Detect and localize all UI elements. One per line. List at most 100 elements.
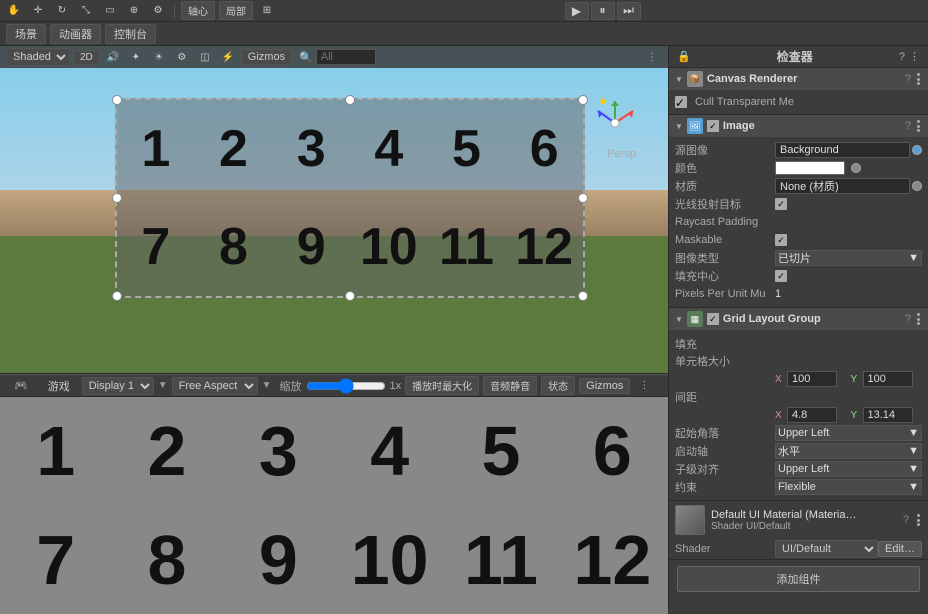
- image-header[interactable]: 🖼 ✓ Image ?: [669, 115, 928, 137]
- scene-light-icon[interactable]: ☀: [149, 48, 169, 66]
- handle-tm[interactable]: [345, 95, 355, 105]
- 2d-btn[interactable]: 2D: [73, 50, 100, 65]
- image-enabled[interactable]: ✓: [707, 120, 719, 132]
- scene-icon2[interactable]: ⚙: [172, 48, 192, 66]
- handle-bm[interactable]: [345, 291, 355, 301]
- maskable-label: Maskable: [675, 234, 775, 246]
- axis-btn[interactable]: 轴心: [181, 1, 215, 20]
- tab-scene[interactable]: 场景: [6, 24, 46, 44]
- move-tool[interactable]: ✛: [28, 2, 48, 20]
- extra-tool[interactable]: ⚙: [148, 2, 168, 20]
- canvas-renderer-menu[interactable]: [915, 71, 922, 87]
- material-help[interactable]: ?: [903, 514, 909, 526]
- local-btn[interactable]: 局部: [219, 1, 253, 20]
- maskable-check[interactable]: ✓: [775, 234, 787, 246]
- image-help[interactable]: ?: [905, 120, 911, 132]
- play-button[interactable]: ▶: [565, 2, 589, 20]
- color-picker-btn[interactable]: [851, 163, 861, 173]
- fill-center-check[interactable]: ✓: [775, 270, 787, 282]
- grid-layout-section: ▦ ✓ Grid Layout Group ? 填充 单元格大小: [669, 308, 928, 501]
- hand-tool[interactable]: ✋: [4, 2, 24, 20]
- cull-check[interactable]: ✓: [675, 96, 687, 108]
- handle-bl[interactable]: [112, 291, 122, 301]
- inspector-help[interactable]: ?: [899, 51, 905, 63]
- grid-layout-header[interactable]: ▦ ✓ Grid Layout Group ?: [669, 308, 928, 330]
- handle-tl[interactable]: [112, 95, 122, 105]
- image-type-select[interactable]: 已切片 ▼: [775, 250, 922, 266]
- mute-btn[interactable]: 音频静音: [483, 376, 537, 395]
- material-row: Default UI Material (Materia… Shader UI/…: [669, 501, 928, 539]
- handle-ml[interactable]: [112, 193, 122, 203]
- add-component-btn[interactable]: 添加组件: [677, 566, 920, 592]
- grid-layout-menu[interactable]: [915, 311, 922, 327]
- raycast-check[interactable]: ✓: [775, 198, 787, 210]
- canvas-panel[interactable]: 1 2 3 4 5 6 7 8 9 10 11 12: [115, 98, 585, 298]
- grid-layout-help[interactable]: ?: [905, 313, 911, 325]
- start-corner-select[interactable]: Upper Left ▼: [775, 425, 922, 441]
- inspector-options[interactable]: ⋮: [909, 50, 920, 63]
- game-options[interactable]: ⋮: [634, 377, 654, 395]
- cell-size-x[interactable]: [787, 371, 837, 387]
- cell-size-y[interactable]: [863, 371, 913, 387]
- canvas-renderer-help[interactable]: ?: [905, 73, 911, 85]
- edit-shader-btn[interactable]: Edit…: [878, 541, 922, 557]
- grid-layout-body: 填充 单元格大小 X: [669, 330, 928, 500]
- material-picker[interactable]: [912, 181, 922, 191]
- start-axis-select[interactable]: 水平 ▼: [775, 443, 922, 459]
- rect-tool[interactable]: ▭: [100, 2, 120, 20]
- spacing-y[interactable]: [863, 407, 913, 423]
- scene-search[interactable]: [316, 49, 376, 65]
- canvas-num-1: 1: [117, 100, 195, 198]
- handle-mr[interactable]: [578, 193, 588, 203]
- scene-options[interactable]: ⋮: [642, 48, 662, 66]
- pause-button[interactable]: ⏸: [591, 2, 615, 20]
- effects-icon[interactable]: ✦: [126, 48, 146, 66]
- image-chevron: [675, 121, 683, 132]
- maximize-btn[interactable]: 播放时最大化: [405, 376, 479, 395]
- scale-label: 缩放: [280, 378, 302, 394]
- gizmos-btn[interactable]: Gizmos: [241, 49, 292, 65]
- constraint-select[interactable]: Flexible ▼: [775, 479, 922, 495]
- material-info: Default UI Material (Materia… Shader UI/…: [711, 509, 897, 532]
- scene-icon4[interactable]: ⚡: [218, 48, 238, 66]
- shader-select[interactable]: UI/Default: [775, 540, 878, 558]
- persp-label: Persp: [607, 148, 636, 160]
- shading-select[interactable]: Shaded: [6, 48, 70, 66]
- state-btn[interactable]: 状态: [541, 376, 575, 395]
- color-swatch[interactable]: [775, 161, 845, 175]
- child-align-select[interactable]: Upper Left ▼: [775, 461, 922, 477]
- image-section: 🖼 ✓ Image ? 源图像 Background: [669, 115, 928, 308]
- inspector-header: 🔒 检查器 ? ⋮: [669, 46, 928, 68]
- transform-tool[interactable]: ⊕: [124, 2, 144, 20]
- audio-icon[interactable]: 🔊: [103, 48, 123, 66]
- rotate-tool[interactable]: ↻: [52, 2, 72, 20]
- image-menu[interactable]: [915, 118, 922, 134]
- maskable-row: Maskable ✓: [669, 231, 928, 249]
- game-gizmos-btn[interactable]: Gizmos: [579, 378, 630, 394]
- handle-tr[interactable]: [578, 95, 588, 105]
- material-section: Default UI Material (Materia… Shader UI/…: [669, 501, 928, 560]
- canvas-renderer-chevron: [675, 74, 683, 85]
- lock-icon[interactable]: 🔒: [677, 50, 691, 63]
- material-menu[interactable]: [915, 512, 922, 528]
- scale-slider[interactable]: [306, 378, 386, 394]
- canvas-renderer-header[interactable]: 📦 Canvas Renderer ?: [669, 68, 928, 90]
- display-select[interactable]: Display 1: [82, 377, 154, 395]
- tab-console[interactable]: 控制台: [105, 24, 156, 44]
- extra-btn[interactable]: ⊞: [257, 2, 277, 20]
- constraint-row: 约束 Flexible ▼: [669, 478, 928, 496]
- handle-br[interactable]: [578, 291, 588, 301]
- scale-tool[interactable]: ⤡: [76, 2, 96, 20]
- grid-enabled[interactable]: ✓: [707, 313, 719, 325]
- source-image-value[interactable]: Background: [775, 142, 910, 158]
- aspect-select[interactable]: Free Aspect: [172, 377, 258, 395]
- play-controls: ▶ ⏸ ⏭: [565, 2, 641, 20]
- tab-animator[interactable]: 动画器: [50, 24, 101, 44]
- step-button[interactable]: ⏭: [617, 2, 641, 20]
- pixels-per-unit-label: Pixels Per Unit Mu: [675, 288, 775, 300]
- material-value[interactable]: None (材质): [775, 178, 910, 194]
- source-image-picker[interactable]: [912, 145, 922, 155]
- search-icon: 🔍: [299, 51, 313, 64]
- scene-icon3[interactable]: ◫: [195, 48, 215, 66]
- spacing-x[interactable]: [787, 407, 837, 423]
